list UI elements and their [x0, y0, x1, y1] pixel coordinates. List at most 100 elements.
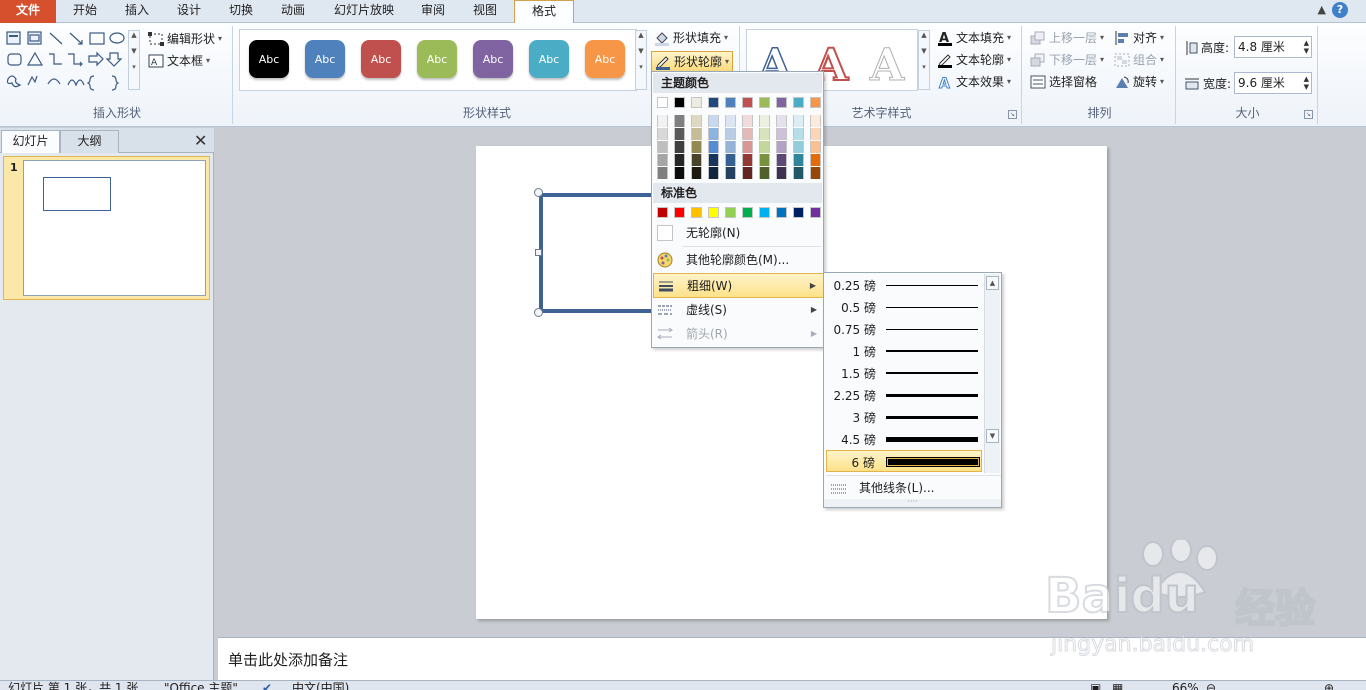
style-swatch-1[interactable]: Abc	[305, 40, 345, 78]
theme-color-shade-swatch[interactable]	[674, 128, 685, 140]
theme-color-swatch[interactable]	[657, 97, 668, 108]
weight-option[interactable]: 2.25 磅	[826, 384, 982, 406]
ribbon-collapse-icon[interactable]: ▲	[1318, 3, 1326, 16]
theme-color-shade-swatch[interactable]	[793, 115, 804, 127]
theme-color-swatch[interactable]	[759, 97, 770, 108]
bring-forward-button[interactable]: 上移一层 ▾	[1030, 28, 1104, 48]
theme-color-shade-swatch[interactable]	[708, 115, 719, 127]
close-icon[interactable]: ✕	[194, 131, 207, 150]
tab-design[interactable]: 设计	[164, 0, 214, 23]
theme-color-swatch[interactable]	[742, 97, 753, 108]
theme-color-shade-swatch[interactable]	[674, 154, 685, 166]
standard-color-swatch[interactable]	[776, 207, 787, 218]
theme-color-shade-swatch[interactable]	[810, 141, 821, 153]
theme-color-shade-swatch[interactable]	[691, 167, 702, 179]
tab-file[interactable]: 文件	[0, 0, 56, 23]
scroll-up-icon[interactable]: ▲	[986, 276, 999, 290]
theme-color-shade-swatch[interactable]	[725, 128, 736, 140]
theme-color-swatch[interactable]	[810, 97, 821, 108]
tab-review[interactable]: 审阅	[410, 0, 456, 23]
slide-sorter-icon[interactable]: ▦	[1112, 682, 1123, 690]
selected-rectangle-shape[interactable]	[539, 193, 669, 313]
wordart-style-2[interactable]: A	[869, 40, 904, 92]
theme-color-swatch[interactable]	[708, 97, 719, 108]
weight-item[interactable]: 粗细(W) ▶	[653, 273, 824, 298]
arrows-item[interactable]: 箭头(R) ▶	[653, 322, 824, 346]
tab-transitions[interactable]: 切换	[216, 0, 266, 23]
weight-option[interactable]: 6 磅	[826, 450, 982, 472]
theme-color-shade-swatch[interactable]	[776, 128, 787, 140]
send-backward-button[interactable]: 下移一层 ▾	[1030, 50, 1104, 70]
theme-color-shade-swatch[interactable]	[776, 167, 787, 179]
spell-check-icon[interactable]: ✔	[262, 682, 272, 690]
standard-color-swatch[interactable]	[691, 207, 702, 218]
standard-color-swatch[interactable]	[742, 207, 753, 218]
theme-color-shade-swatch[interactable]	[691, 141, 702, 153]
theme-color-shade-swatch[interactable]	[708, 167, 719, 179]
theme-color-shade-swatch[interactable]	[674, 167, 685, 179]
theme-color-shade-swatch[interactable]	[725, 167, 736, 179]
theme-color-swatch[interactable]	[793, 97, 804, 108]
text-effects-button[interactable]: A 文本效果 ▾	[937, 72, 1012, 92]
group-button[interactable]: 组合 ▾	[1114, 50, 1164, 70]
standard-color-swatch[interactable]	[725, 207, 736, 218]
resize-handle[interactable]	[535, 249, 542, 256]
theme-color-swatch[interactable]	[776, 97, 787, 108]
weight-option[interactable]: 4.5 磅	[826, 428, 982, 450]
slide-thumbnail-item[interactable]: 1	[3, 156, 210, 300]
selection-pane-button[interactable]: 选择窗格	[1030, 72, 1097, 92]
tab-outline[interactable]: 大纲	[60, 130, 119, 153]
weight-option[interactable]: 0.75 磅	[826, 318, 982, 340]
theme-color-shade-swatch[interactable]	[759, 115, 770, 127]
theme-color-shade-swatch[interactable]	[742, 167, 753, 179]
text-outline-button[interactable]: 文本轮廓 ▾	[937, 50, 1011, 70]
theme-color-shade-swatch[interactable]	[657, 128, 668, 140]
normal-view-icon[interactable]: ▣	[1090, 682, 1101, 690]
theme-color-shade-swatch[interactable]	[725, 115, 736, 127]
shape-gallery[interactable]	[6, 31, 130, 91]
weight-list-scrollbar[interactable]: ▲ ▼	[984, 274, 1000, 473]
height-input[interactable]: 4.8 厘米 ▲ ▼	[1234, 36, 1312, 58]
shape-outline-button[interactable]: 形状轮廓 ▾	[651, 51, 734, 73]
style-swatch-5[interactable]: Abc	[529, 40, 569, 78]
spinner-icon[interactable]: ▲ ▼	[1304, 75, 1309, 91]
tab-insert[interactable]: 插入	[112, 0, 162, 23]
theme-color-swatch[interactable]	[674, 97, 685, 108]
tab-view[interactable]: 视图	[460, 0, 510, 23]
theme-color-shade-swatch[interactable]	[810, 128, 821, 140]
style-swatch-0[interactable]: Abc	[249, 40, 289, 78]
dialog-launcher-icon[interactable]: ↘	[1008, 110, 1017, 119]
tab-animations[interactable]: 动画	[268, 0, 318, 23]
theme-color-shade-swatch[interactable]	[742, 141, 753, 153]
theme-color-shade-swatch[interactable]	[793, 128, 804, 140]
resize-handle[interactable]	[534, 308, 543, 317]
tab-format[interactable]: 格式	[514, 0, 574, 24]
theme-color-shade-swatch[interactable]	[725, 154, 736, 166]
rotate-button[interactable]: 旋转 ▾	[1114, 72, 1164, 92]
theme-color-shade-swatch[interactable]	[759, 154, 770, 166]
shape-fill-button[interactable]: 形状填充 ▾	[654, 28, 728, 48]
theme-color-shade-swatch[interactable]	[810, 154, 821, 166]
tab-home[interactable]: 开始	[60, 0, 110, 23]
more-lines-item[interactable]: 其他线条(L)...	[826, 475, 1001, 499]
theme-color-shade-swatch[interactable]	[793, 141, 804, 153]
theme-color-shade-swatch[interactable]	[759, 141, 770, 153]
dashes-item[interactable]: 虚线(S) ▶	[653, 298, 824, 322]
theme-color-shade-swatch[interactable]	[776, 115, 787, 127]
tab-slides[interactable]: 幻灯片	[1, 130, 60, 153]
theme-color-shade-swatch[interactable]	[742, 115, 753, 127]
weight-option[interactable]: 0.5 磅	[826, 296, 982, 318]
style-swatch-6[interactable]: Abc	[585, 40, 625, 78]
theme-color-shade-swatch[interactable]	[708, 141, 719, 153]
theme-color-shade-swatch[interactable]	[793, 167, 804, 179]
zoom-level[interactable]: 66%	[1172, 682, 1199, 690]
theme-color-shade-swatch[interactable]	[759, 167, 770, 179]
resize-handle[interactable]	[534, 188, 543, 197]
tab-slideshow[interactable]: 幻灯片放映	[322, 0, 406, 23]
theme-color-shade-swatch[interactable]	[810, 167, 821, 179]
theme-color-shade-swatch[interactable]	[759, 128, 770, 140]
theme-color-shade-swatch[interactable]	[810, 115, 821, 127]
weight-option[interactable]: 3 磅	[826, 406, 982, 428]
align-button[interactable]: 对齐 ▾	[1114, 28, 1164, 48]
weight-option[interactable]: 1.5 磅	[826, 362, 982, 384]
